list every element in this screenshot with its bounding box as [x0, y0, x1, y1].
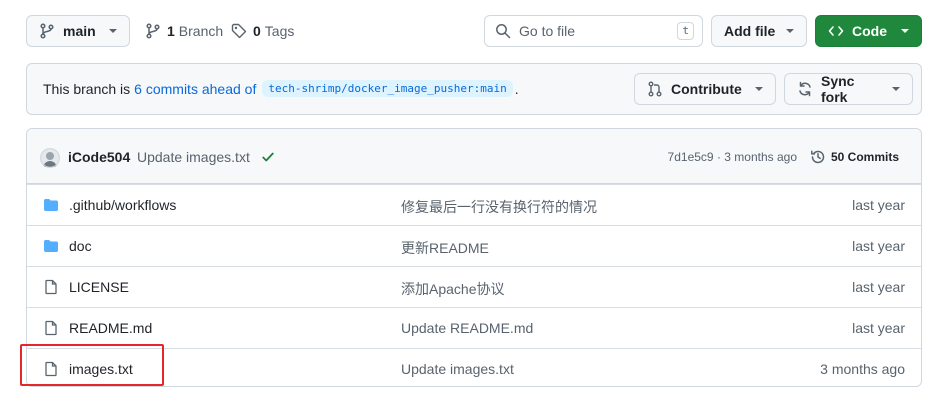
table-row[interactable]: doc 更新README last year	[27, 225, 921, 266]
commit-sha-time[interactable]: 7d1e5c9 · 3 months ago	[668, 150, 797, 164]
tags-link[interactable]: 0 Tags	[231, 23, 294, 39]
chevron-down-icon	[109, 29, 117, 33]
commit-time: 3 months ago	[724, 150, 797, 164]
check-icon[interactable]	[261, 150, 275, 164]
tags-label: Tags	[264, 23, 295, 39]
branch-status-banner: This branch is 6 commits ahead of tech-s…	[26, 63, 922, 115]
highlight-box	[20, 344, 164, 386]
file-commit-time: last year	[852, 238, 905, 254]
branches-count: 1	[167, 23, 175, 39]
contribute-label: Contribute	[671, 81, 742, 97]
table-row[interactable]: LICENSE 添加Apache协议 last year	[27, 266, 921, 307]
commit-message[interactable]: Update images.txt	[137, 149, 250, 165]
chevron-down-icon	[901, 29, 909, 33]
file-commit-message[interactable]: 添加Apache协议	[401, 279, 504, 299]
banner-prefix: This branch is	[43, 80, 131, 97]
branch-status-text: This branch is 6 commits ahead of tech-s…	[43, 80, 519, 97]
code-icon	[828, 23, 844, 39]
search-placeholder: Go to file	[519, 23, 576, 39]
git-branch-icon	[39, 23, 55, 39]
sync-fork-label: Sync fork	[821, 73, 855, 105]
code-label: Code	[852, 23, 887, 39]
add-file-label: Add file	[724, 23, 776, 39]
chevron-down-icon	[892, 87, 900, 91]
latest-commit-bar: iCode504 Update images.txt 7d1e5c9 · 3 m…	[27, 129, 921, 184]
code-button[interactable]: Code	[815, 15, 922, 47]
chevron-down-icon	[786, 29, 794, 33]
table-row[interactable]: .github/workflows 修复最后一行没有换行符的情况 last ye…	[27, 184, 921, 225]
file-commit-time: last year	[852, 197, 905, 213]
file-icon	[43, 320, 59, 336]
commits-count-label: 50 Commits	[830, 150, 899, 164]
branches-label: Branch	[178, 23, 224, 39]
sync-fork-button[interactable]: Sync fork	[784, 73, 913, 105]
sync-icon	[797, 81, 813, 97]
file-commit-time: last year	[852, 320, 905, 336]
git-branch-icon	[145, 23, 161, 39]
file-commit-time: last year	[852, 279, 905, 295]
file-name[interactable]: doc	[69, 238, 92, 254]
avatar[interactable]	[40, 148, 60, 168]
file-icon	[43, 279, 59, 295]
pull-request-icon	[647, 81, 663, 97]
file-name[interactable]: LICENSE	[69, 279, 129, 295]
file-commit-time: 3 months ago	[820, 361, 905, 377]
chevron-down-icon	[755, 87, 763, 91]
file-name[interactable]: README.md	[69, 320, 152, 336]
history-icon	[810, 149, 826, 165]
go-to-file-input[interactable]: Go to file t	[484, 15, 703, 47]
table-row[interactable]: README.md Update README.md last year	[27, 307, 921, 348]
contribute-button[interactable]: Contribute	[634, 73, 776, 105]
commit-sha[interactable]: 7d1e5c9	[668, 150, 714, 164]
separator-dot: ·	[716, 150, 721, 164]
file-commit-message[interactable]: Update images.txt	[401, 361, 514, 377]
tags-count: 0	[253, 23, 261, 39]
tag-icon	[231, 23, 247, 39]
upstream-branch-tag[interactable]: tech-shrimp/docker_image_pusher:main	[262, 80, 513, 97]
file-commit-message[interactable]: 修复最后一行没有换行符的情况	[401, 197, 597, 217]
commits-ahead-link[interactable]: 6 commits ahead of	[134, 81, 256, 97]
file-commit-message[interactable]: Update README.md	[401, 320, 533, 336]
branch-name: main	[63, 23, 96, 39]
file-commit-message[interactable]: 更新README	[401, 238, 489, 258]
search-icon	[495, 23, 511, 39]
folder-icon	[43, 197, 59, 213]
keyboard-shortcut-hint: t	[677, 22, 694, 40]
folder-icon	[43, 238, 59, 254]
add-file-button[interactable]: Add file	[711, 15, 807, 47]
banner-suffix: .	[514, 80, 519, 97]
branch-select-button[interactable]: main	[26, 15, 130, 47]
commit-history-link[interactable]: 50 Commits	[810, 149, 899, 165]
branches-link[interactable]: 1 Branch	[145, 23, 223, 39]
file-name[interactable]: .github/workflows	[69, 197, 176, 213]
commit-author[interactable]: iCode504	[68, 149, 130, 165]
